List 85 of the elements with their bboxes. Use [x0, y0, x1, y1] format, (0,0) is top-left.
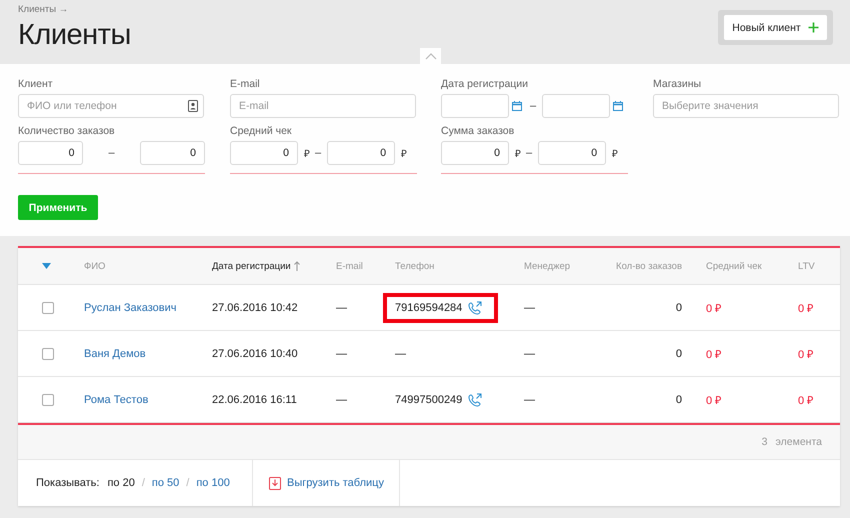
range-separator: –: [526, 147, 532, 159]
number-field[interactable]: 0: [538, 141, 606, 165]
currency-sign: ₽: [304, 148, 310, 160]
separator: /: [142, 477, 145, 489]
table-cell: 0: [676, 348, 682, 360]
column-header[interactable]: E-mail: [336, 260, 395, 272]
currency-sign: ₽: [401, 148, 408, 160]
export-table-link[interactable]: Выгрузить таблицу: [287, 477, 384, 489]
table-cell: —: [336, 302, 347, 314]
currency-sign: ₽: [612, 148, 618, 160]
column-header[interactable]: Телефон: [395, 260, 524, 272]
total-count: 3: [762, 436, 768, 448]
number-field[interactable]: 0: [327, 141, 396, 165]
phone-call-icon[interactable]: [468, 392, 482, 406]
client-name-link[interactable]: Руслан Заказович: [84, 302, 176, 314]
table-cell: —: [524, 302, 535, 314]
page-title: Клиенты: [18, 19, 131, 52]
apply-button[interactable]: Применить: [18, 195, 98, 220]
table-cell: 0 ₽: [798, 303, 814, 315]
table-cell: 27.06.2016 10:40: [212, 348, 298, 360]
input-field[interactable]: E-mail: [230, 94, 416, 118]
row-checkbox[interactable]: [42, 302, 54, 314]
client-name-link[interactable]: Рома Тестов: [84, 394, 148, 406]
column-header[interactable]: Кол-во заказов: [604, 260, 682, 272]
table-cell: 0: [676, 302, 682, 314]
page-size-option[interactable]: по 50: [152, 477, 180, 489]
range-separator: –: [108, 147, 115, 159]
field-label: Магазины: [653, 78, 702, 90]
table-cell: 0 ₽: [706, 395, 722, 407]
range-separator: –: [315, 147, 322, 159]
table-cell: —: [524, 348, 535, 360]
page-size-label: Показывать:: [36, 477, 100, 489]
download-icon: [269, 476, 281, 490]
calendar-icon: [613, 101, 624, 111]
chevron-up-icon: [424, 52, 436, 60]
calendar-icon: [512, 101, 522, 111]
column-header[interactable]: LTV: [798, 260, 840, 272]
table-cell: —: [336, 394, 347, 406]
date-field[interactable]: [542, 94, 610, 118]
client-name-link[interactable]: Ваня Демов: [84, 348, 146, 360]
plus-icon: [808, 22, 819, 33]
number-field[interactable]: 0: [18, 141, 84, 165]
breadcrumb-link[interactable]: Клиенты →: [18, 4, 131, 15]
number-field[interactable]: 0: [230, 141, 298, 165]
phone-number: —: [395, 348, 406, 360]
column-header[interactable]: ФИО: [84, 260, 212, 272]
range-separator: –: [530, 100, 536, 112]
number-field[interactable]: 0: [441, 141, 509, 165]
table-cell: 0 ₽: [798, 395, 814, 407]
column-header[interactable]: Менеджер: [524, 260, 604, 272]
field-label: Дата регистрации: [441, 78, 530, 90]
separator: /: [186, 477, 190, 489]
table-cell: 22.06.2016 16:11: [212, 394, 297, 406]
field-label: Клиент: [18, 78, 54, 90]
total-unit: элемента: [776, 436, 822, 448]
number-field[interactable]: 0: [140, 141, 205, 165]
phone-number: 74997500249: [395, 394, 462, 406]
new-client-button[interactable]: Новый клиент: [724, 15, 827, 40]
field-label: E-mail: [230, 78, 261, 90]
field-label: Количество заказов: [18, 125, 116, 137]
collapse-tab[interactable]: [420, 48, 441, 64]
select-field[interactable]: Выберите значения: [653, 94, 839, 118]
field-label: Сумма заказов: [441, 125, 516, 137]
phone-number: 79169594284: [395, 302, 462, 314]
page-size-option[interactable]: по 20: [107, 477, 135, 489]
contact-card-icon: [188, 100, 198, 112]
input-field[interactable]: ФИО или телефон: [18, 94, 204, 118]
dropdown-triangle-icon: [42, 263, 51, 269]
table-cell: 27.06.2016 10:42: [212, 302, 298, 314]
page-size-option[interactable]: по 100: [196, 477, 230, 489]
sort-arrow-up-icon: [294, 261, 300, 271]
date-field[interactable]: [441, 94, 509, 118]
row-checkbox[interactable]: [42, 348, 54, 360]
table-cell: —: [524, 394, 535, 406]
row-checkbox[interactable]: [42, 394, 54, 406]
table-cell: —: [336, 348, 347, 360]
column-header[interactable]: Дата регистрации: [212, 260, 336, 272]
table-cell: 0 ₽: [798, 349, 814, 361]
field-label: Средний чек: [230, 125, 293, 137]
column-header[interactable]: Средний чек: [682, 260, 798, 272]
currency-sign: ₽: [515, 148, 521, 160]
table-cell: 0 ₽: [706, 303, 722, 315]
phone-call-icon[interactable]: [468, 300, 482, 314]
table-cell: 0: [676, 394, 682, 406]
table-cell: 0 ₽: [706, 349, 722, 361]
